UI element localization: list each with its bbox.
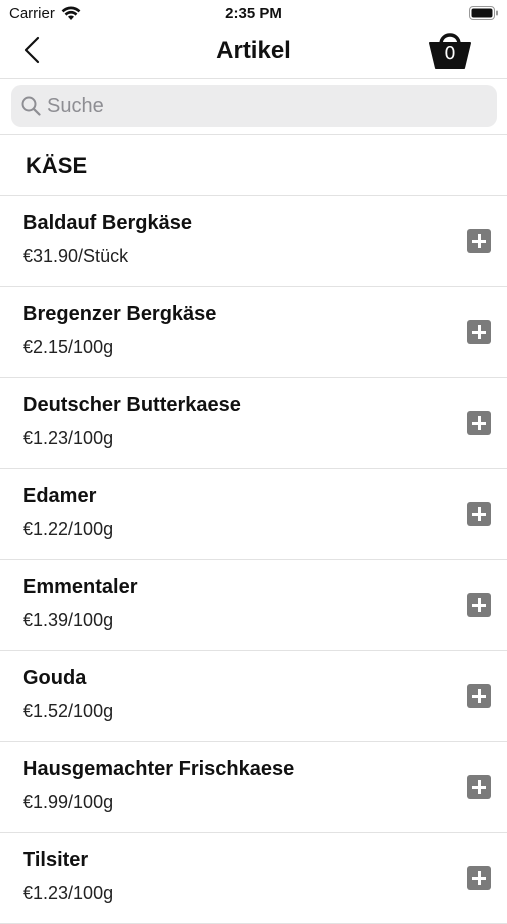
item-name: Edamer <box>23 485 97 507</box>
nav-bar: Artikel 0 <box>0 28 507 79</box>
item-price: €2.15/100g <box>23 337 114 357</box>
item-price: €1.23/100g <box>23 428 114 448</box>
list-item[interactable]: Baldauf Bergkäse €31.90/Stück <box>0 196 507 287</box>
item-price: €1.52/100g <box>23 701 114 721</box>
list-item[interactable]: Edamer €1.22/100g <box>0 469 507 560</box>
search-input[interactable] <box>47 85 477 127</box>
add-to-cart-button[interactable] <box>467 229 491 253</box>
item-name: Emmentaler <box>23 576 138 598</box>
cart-count-badge: 0 <box>444 43 456 64</box>
list-item[interactable]: Gouda €1.52/100g <box>0 651 507 742</box>
item-name: Gouda <box>23 667 87 689</box>
add-to-cart-button[interactable] <box>467 775 491 799</box>
item-price: €31.90/Stück <box>23 246 129 266</box>
item-name: Deutscher Butterkaese <box>23 394 241 416</box>
list-item[interactable]: Tilsiter €1.23/100g <box>0 833 507 924</box>
item-price: €1.22/100g <box>23 519 114 539</box>
add-to-cart-button[interactable] <box>467 502 491 526</box>
add-to-cart-button[interactable] <box>467 866 491 890</box>
add-to-cart-button[interactable] <box>467 684 491 708</box>
add-to-cart-button[interactable] <box>467 411 491 435</box>
item-name: Bregenzer Bergkäse <box>23 303 217 325</box>
list-item[interactable]: Bregenzer Bergkäse €2.15/100g <box>0 287 507 378</box>
item-price: €1.99/100g <box>23 792 114 812</box>
list-item[interactable]: Emmentaler €1.39/100g <box>0 560 507 651</box>
item-name: Tilsiter <box>23 849 89 871</box>
status-time: 2:35 PM <box>225 5 282 22</box>
cart-button[interactable]: 0 <box>427 22 473 74</box>
add-to-cart-button[interactable] <box>467 593 491 617</box>
list-item[interactable]: Deutscher Butterkaese €1.23/100g <box>0 378 507 469</box>
search-field[interactable] <box>11 85 497 127</box>
section-header: KÄSE <box>0 135 507 196</box>
battery-icon <box>469 6 499 25</box>
item-list: Baldauf Bergkäse €31.90/Stück Bregenzer … <box>0 196 507 924</box>
item-price: €1.39/100g <box>23 610 114 630</box>
section-title: KÄSE <box>26 153 88 178</box>
add-to-cart-button[interactable] <box>467 320 491 344</box>
item-name: Baldauf Bergkäse <box>23 212 192 234</box>
search-icon <box>21 96 41 121</box>
item-price: €1.23/100g <box>23 883 114 903</box>
search-bar <box>0 79 507 135</box>
list-item[interactable]: Hausgemachter Frischkaese €1.99/100g <box>0 742 507 833</box>
item-name: Hausgemachter Frischkaese <box>23 758 295 780</box>
